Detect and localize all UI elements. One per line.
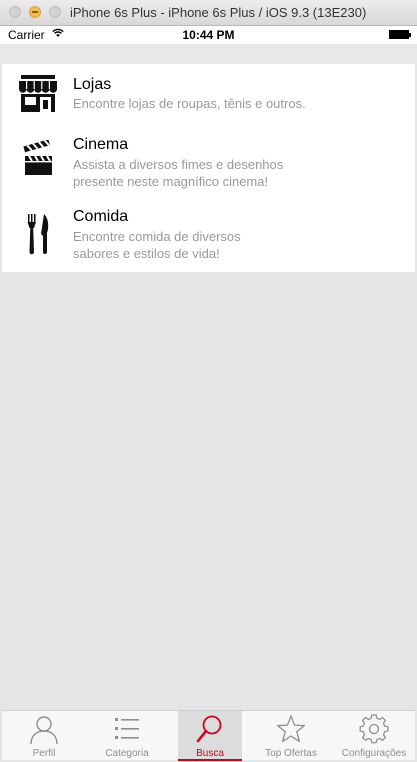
- tab-configuracoes[interactable]: Configurações: [342, 711, 406, 761]
- category-list: Lojas Encontre lojas de roupas, tênis e …: [2, 64, 415, 272]
- battery-icon: [389, 30, 411, 39]
- fork-knife-icon: [27, 214, 49, 255]
- zoom-window-button[interactable]: [49, 6, 61, 18]
- store-icon: [19, 75, 57, 112]
- tab-label: Perfil: [32, 748, 56, 759]
- list-icon: [115, 718, 139, 739]
- tab-categoria[interactable]: Categoria: [95, 711, 159, 761]
- navigation-bar: [0, 44, 417, 64]
- person-icon: [30, 716, 58, 744]
- tab-label: Busca: [196, 748, 224, 759]
- list-item-lojas[interactable]: Lojas Encontre lojas de roupas, tênis e …: [2, 64, 415, 126]
- tab-bar: Perfil Categoria Busca Top Ofertas Confi…: [2, 710, 415, 761]
- clapperboard-icon: [23, 140, 52, 175]
- list-item-title: Cinema: [73, 136, 129, 153]
- tab-perfil[interactable]: Perfil: [12, 711, 76, 761]
- list-item-subtitle: Encontre lojas de roupas, tênis e outros…: [73, 96, 306, 111]
- gear-icon: [359, 714, 389, 744]
- list-item-title: Comida: [73, 208, 129, 225]
- list-item-title: Lojas: [73, 76, 112, 93]
- tab-label: Categoria: [105, 748, 149, 759]
- list-item-cinema[interactable]: Cinema Assista a diversos fimes e desenh…: [2, 126, 415, 198]
- simulator-window: iPhone 6s Plus - iPhone 6s Plus / iOS 9.…: [0, 0, 417, 762]
- list-item-subtitle: Assista a diversos fimes e desenhos pres…: [73, 157, 284, 189]
- tab-label: Top Ofertas: [265, 748, 317, 759]
- star-icon: [276, 715, 306, 743]
- list-item-comida[interactable]: Comida Encontre comida de diversos sabor…: [2, 198, 415, 272]
- minimize-window-button[interactable]: [29, 6, 41, 18]
- search-icon: [196, 715, 222, 743]
- empty-content-area: [2, 272, 415, 710]
- window-title: iPhone 6s Plus - iPhone 6s Plus / iOS 9.…: [70, 5, 367, 20]
- tab-top-ofertas[interactable]: Top Ofertas: [259, 711, 323, 761]
- list-item-subtitle: Encontre comida de diversos sabores e es…: [73, 229, 241, 261]
- tab-busca[interactable]: Busca: [178, 711, 242, 761]
- status-bar: Carrier 10:44 PM: [0, 26, 417, 44]
- tab-label: Configurações: [341, 748, 407, 759]
- status-time: 10:44 PM: [182, 28, 235, 42]
- window-titlebar: iPhone 6s Plus - iPhone 6s Plus / iOS 9.…: [0, 0, 417, 26]
- close-window-button[interactable]: [9, 6, 21, 18]
